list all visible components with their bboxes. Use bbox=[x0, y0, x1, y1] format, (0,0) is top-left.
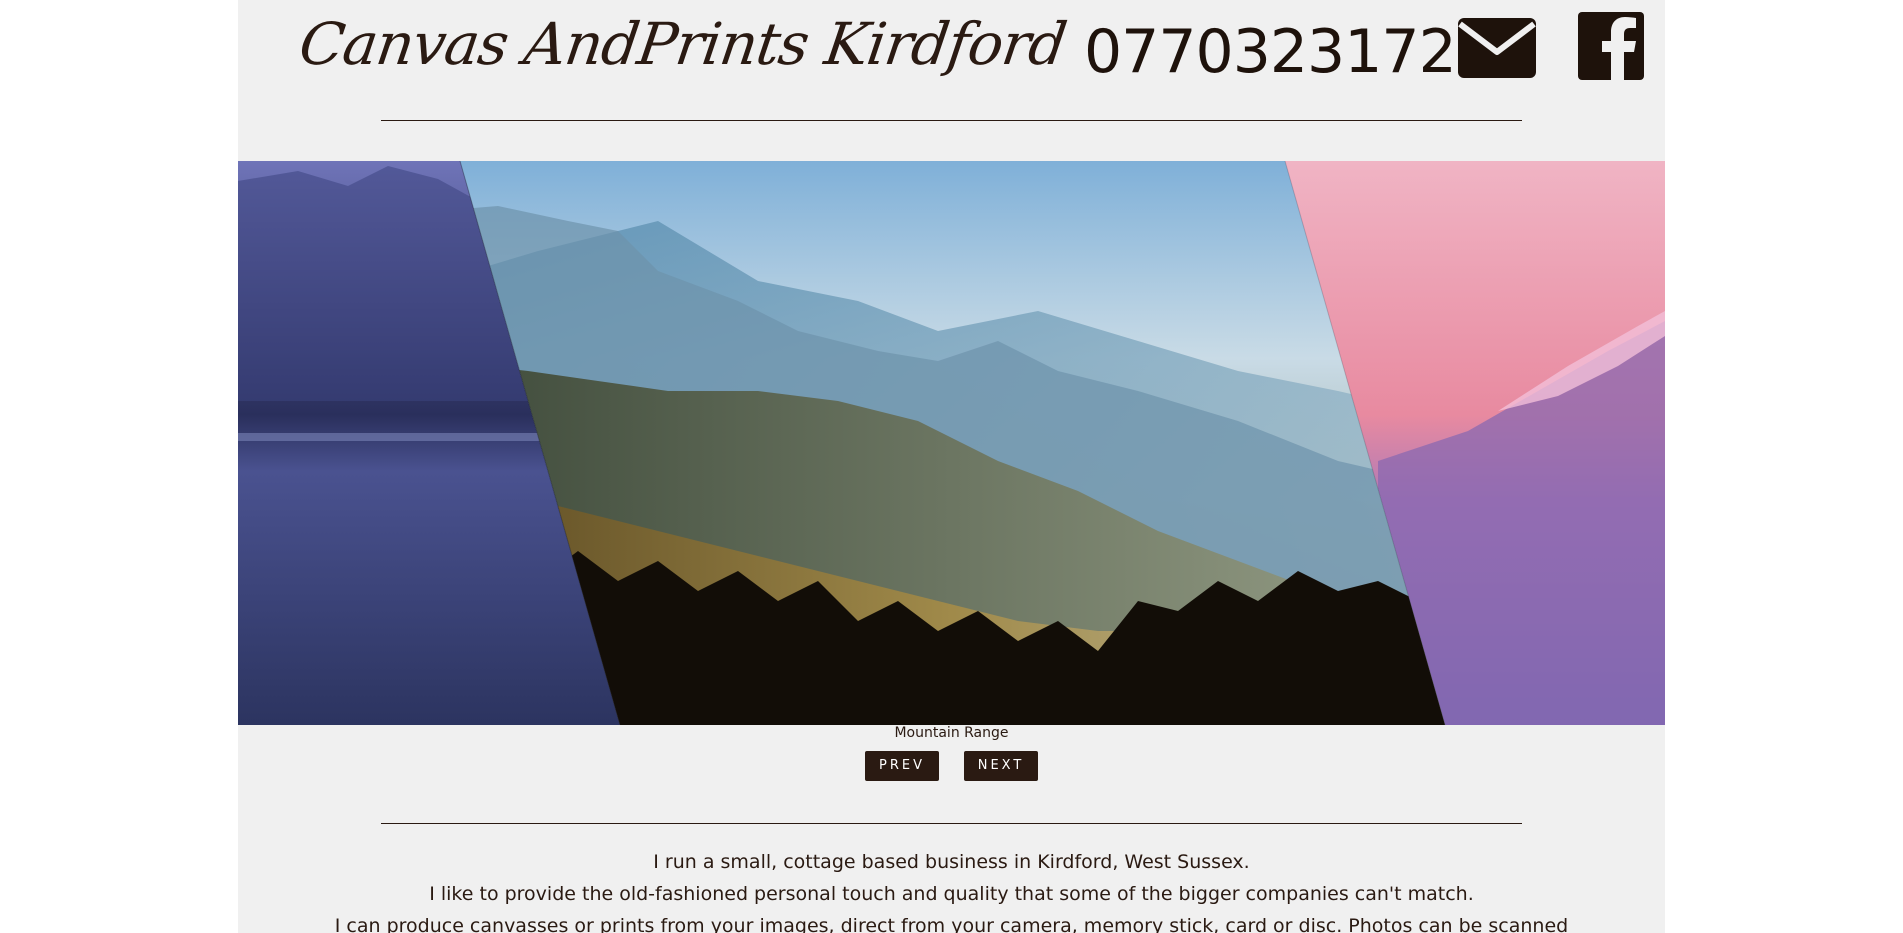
site-brand[interactable]: Canvas AndPrints Kirdford bbox=[295, 10, 1070, 78]
envelope-icon[interactable] bbox=[1458, 18, 1536, 78]
slide-caption: Mountain Range bbox=[894, 725, 1009, 741]
header-divider bbox=[381, 120, 1522, 121]
page-container: Canvas AndPrints Kirdford 07703231729 Mo… bbox=[238, 0, 1665, 933]
about-line: I run a small, cottage based business in… bbox=[653, 851, 1250, 873]
about-text: I run a small, cottage based business in… bbox=[238, 846, 1665, 933]
content-divider bbox=[381, 823, 1522, 824]
image-slider[interactable] bbox=[238, 161, 1665, 725]
slider-image bbox=[238, 161, 1665, 725]
about-line: I like to provide the old-fashioned pers… bbox=[429, 883, 1474, 905]
prev-button[interactable]: PREV bbox=[865, 751, 939, 781]
phone-number: 07703231729 bbox=[1084, 17, 1494, 87]
next-button[interactable]: NEXT bbox=[964, 751, 1038, 781]
facebook-icon[interactable] bbox=[1578, 12, 1644, 80]
about-line: I can produce canvasses or prints from y… bbox=[334, 915, 1569, 933]
